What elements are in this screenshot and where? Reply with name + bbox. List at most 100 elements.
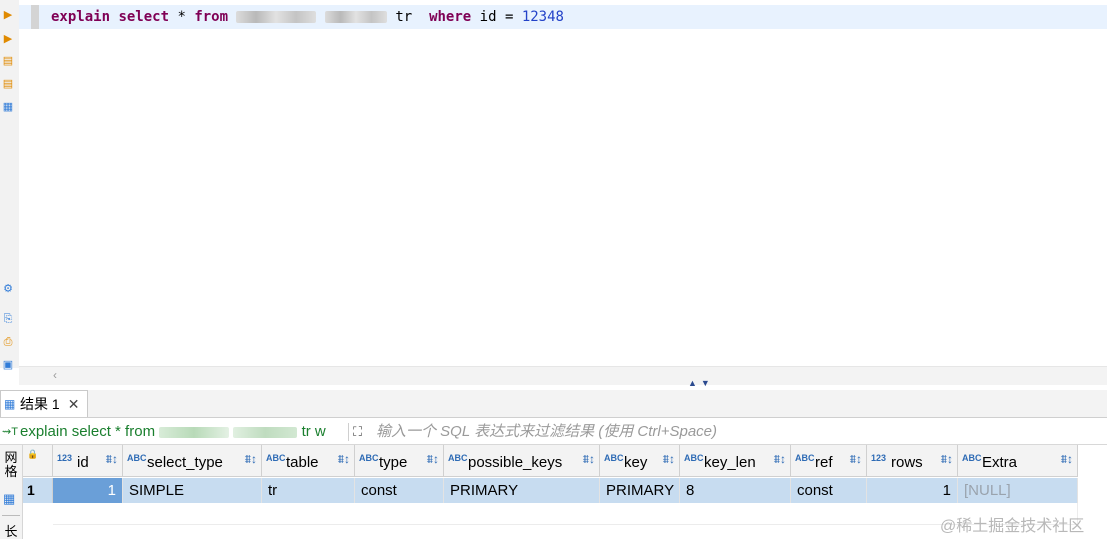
- numeric-type-icon: 123: [57, 453, 73, 463]
- column-header-key[interactable]: ABC key ⩩↕: [600, 445, 680, 477]
- text-type-icon: ABC: [962, 453, 982, 463]
- close-icon[interactable]: ✕: [68, 396, 80, 413]
- filter-sort-icon[interactable]: ⩩↕: [245, 452, 257, 467]
- cell-select-type[interactable]: SIMPLE: [123, 478, 262, 503]
- sql-token: *: [169, 9, 195, 25]
- column-header-possible-keys[interactable]: ABC possible_keys ⩩↕: [444, 445, 600, 477]
- divider: [348, 423, 349, 441]
- column-header-type[interactable]: ABC type ⩩↕: [355, 445, 444, 477]
- text-type-icon: ABC: [684, 453, 704, 463]
- numeric-type-icon: 123: [871, 453, 887, 463]
- column-name: Extra: [982, 454, 1018, 471]
- grid-view-label[interactable]: 网格: [3, 451, 19, 479]
- cell-key-len[interactable]: 8: [680, 478, 791, 503]
- cell-table[interactable]: tr: [262, 478, 355, 503]
- redacted-table: [233, 426, 298, 438]
- export-icon[interactable]: ⎘: [2, 313, 14, 325]
- expand-filter-icon[interactable]: ⛶: [353, 420, 362, 444]
- cell-key[interactable]: PRIMARY: [600, 478, 680, 503]
- filter-sort-icon[interactable]: ⩩↕: [106, 452, 118, 467]
- text-type-icon: ABC: [359, 453, 379, 463]
- execute-icon[interactable]: ▶: [2, 9, 14, 21]
- scroll-left-icon[interactable]: ‹: [53, 368, 57, 382]
- column-name: select_type: [147, 454, 223, 471]
- sql-token: explain: [51, 9, 111, 25]
- lock-icon: 🔒: [27, 449, 39, 459]
- result-view-switcher: 网格 ▦ 长: [0, 445, 23, 539]
- grid-corner[interactable]: 🔒: [23, 445, 53, 477]
- text-type-icon: ABC: [795, 453, 815, 463]
- filter-sort-icon[interactable]: ⩩↕: [427, 452, 439, 467]
- explain-plan-icon[interactable]: ▦: [2, 101, 14, 113]
- filter-sort-icon[interactable]: ⩩↕: [850, 452, 862, 467]
- execute-script-new-tab-icon[interactable]: ▤: [2, 78, 14, 90]
- filter-sort-icon[interactable]: ⩩↕: [663, 452, 675, 467]
- column-name: possible_keys: [468, 454, 563, 471]
- sql-token: from: [194, 9, 229, 25]
- filter-sort-icon[interactable]: ⩩↕: [774, 452, 786, 467]
- sql-token: select: [118, 9, 170, 25]
- filter-sort-icon[interactable]: ⩩↕: [338, 452, 350, 467]
- column-header-rows[interactable]: 123 rows ⩩↕: [867, 445, 958, 477]
- redacted-table: [324, 11, 387, 23]
- column-name: rows: [891, 454, 923, 471]
- filter-sort-icon[interactable]: ⩩↕: [1061, 452, 1073, 467]
- execute-script-icon[interactable]: ▤: [2, 55, 14, 67]
- column-header-table[interactable]: ABC table ⩩↕: [262, 445, 355, 477]
- save-script-icon[interactable]: ▣: [2, 359, 14, 371]
- column-name: key_len: [704, 454, 756, 471]
- redacted-schema: [159, 426, 230, 438]
- result-filter-bar: ⇝T explain select * from tr w ⛶ 输入一个 SQL…: [0, 420, 1107, 445]
- text-view-label[interactable]: 长: [3, 525, 19, 539]
- column-name: key: [624, 454, 648, 471]
- cell-extra[interactable]: [NULL]: [958, 478, 1078, 503]
- sql-condition: id =: [471, 9, 522, 25]
- text-type-icon: ABC: [448, 453, 468, 463]
- filter-sort-icon[interactable]: ⩩↕: [941, 452, 953, 467]
- load-script-icon[interactable]: ⎙: [2, 336, 14, 348]
- results-tab-bar: ▦ 结果 1 ✕: [0, 390, 1107, 418]
- column-header-extra[interactable]: ABC Extra ⩩↕: [958, 445, 1078, 477]
- sql-query-icon: ⇝T: [2, 426, 18, 438]
- column-name: ref: [815, 454, 833, 471]
- grid-icon: ▦: [4, 397, 16, 411]
- grid-view-icon[interactable]: ▦: [3, 491, 15, 507]
- watermark: @稀土掘金技术社区: [940, 518, 1085, 535]
- redacted-schema: [236, 11, 317, 23]
- sql-editor[interactable]: ▶ ▶ ▤ ▤ ▦ ⚙ ⎘ ⎙ ▣ explain select * from …: [0, 0, 1107, 388]
- column-name: type: [379, 454, 408, 471]
- query-preview-text: explain select * from: [20, 423, 156, 440]
- tab-label: 结果 1: [20, 396, 60, 412]
- column-name: id: [77, 454, 89, 471]
- settings-gear-icon[interactable]: ⚙: [2, 283, 14, 295]
- cell-type[interactable]: const: [355, 478, 444, 503]
- column-header-ref[interactable]: ABC ref ⩩↕: [791, 445, 867, 477]
- sql-where-keyword: where: [429, 9, 472, 25]
- sql-alias: tr: [386, 9, 430, 25]
- panel-splitter-arrows-icon[interactable]: ▲▼: [688, 378, 714, 388]
- column-header-key-len[interactable]: ABC key_len ⩩↕: [680, 445, 791, 477]
- empty-row: [53, 503, 1078, 525]
- text-type-icon: ABC: [266, 453, 286, 463]
- line-gutter-marker: [31, 5, 39, 29]
- row-number[interactable]: 1: [23, 478, 53, 503]
- divider: [2, 515, 20, 516]
- filter-input[interactable]: 输入一个 SQL 表达式来过滤结果 (使用 Ctrl+Space): [376, 420, 717, 444]
- cell-ref[interactable]: const: [791, 478, 867, 503]
- tab-results-1[interactable]: ▦ 结果 1 ✕: [0, 390, 88, 417]
- filter-sort-icon[interactable]: ⩩↕: [583, 452, 595, 467]
- column-name: table: [286, 454, 319, 471]
- cell-rows[interactable]: 1: [867, 478, 958, 503]
- column-header-id[interactable]: 123 id ⩩↕: [53, 445, 123, 477]
- execute-new-tab-icon[interactable]: ▶: [2, 33, 14, 45]
- column-header-select-type[interactable]: ABC select_type ⩩↕: [123, 445, 262, 477]
- sql-value: 12348: [521, 9, 564, 25]
- sql-code-line[interactable]: explain select * from tr where id = 1234…: [19, 5, 1107, 29]
- text-type-icon: ABC: [127, 453, 147, 463]
- cell-id[interactable]: 1: [53, 478, 123, 503]
- query-preview: explain select * from tr w: [20, 420, 326, 444]
- editor-horizontal-scrollbar[interactable]: ‹: [19, 366, 1107, 385]
- cell-possible-keys[interactable]: PRIMARY: [444, 478, 600, 503]
- sql-statement-start: explain select * from: [51, 9, 236, 25]
